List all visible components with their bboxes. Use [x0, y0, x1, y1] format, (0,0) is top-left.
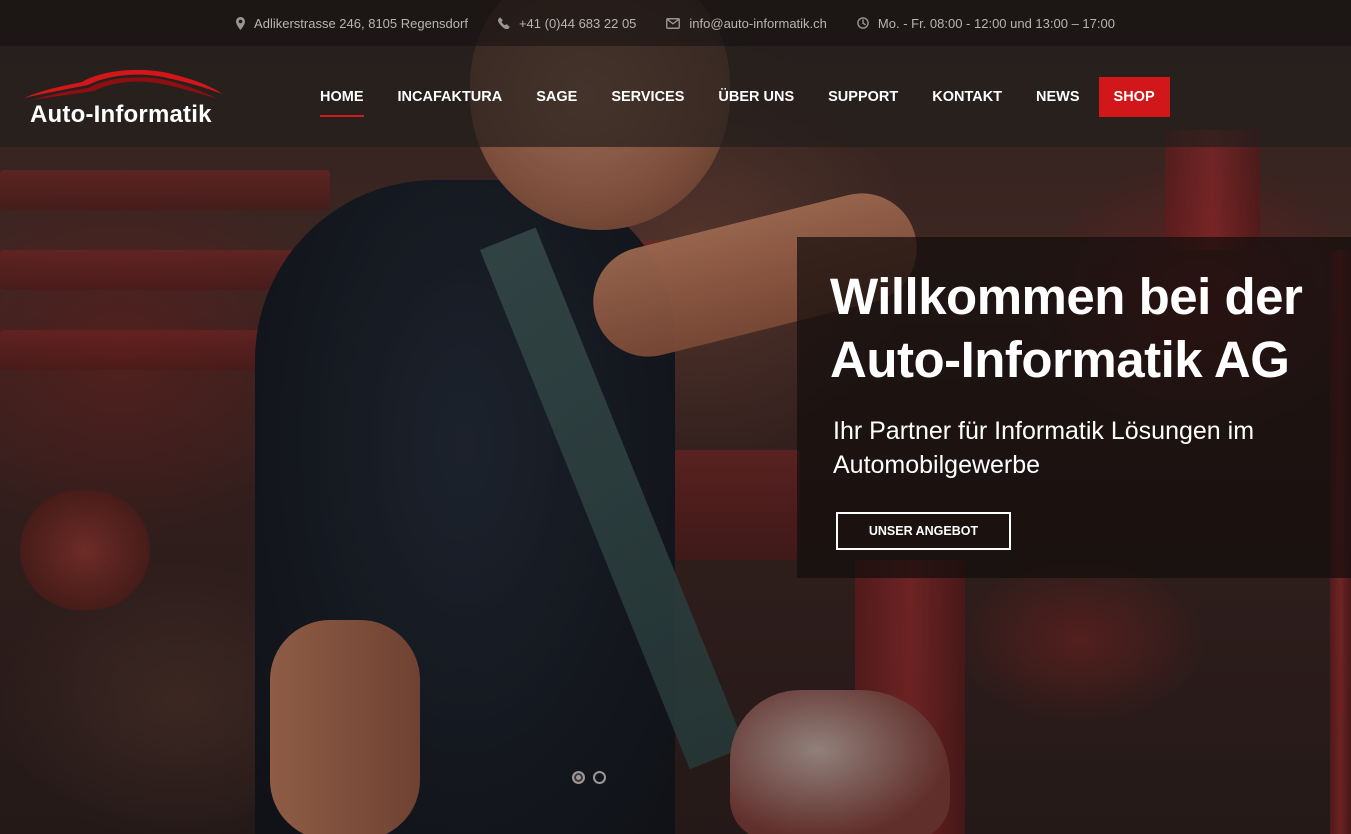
main-header: Auto-Informatik HOME INCAFAKTURA SAGE SE… — [0, 46, 1351, 147]
nav-item-kontakt[interactable]: KONTAKT — [915, 77, 1019, 117]
nav-item-news[interactable]: NEWS — [1019, 77, 1097, 117]
hero-subtitle: Ihr Partner für Informatik Lösungen im A… — [833, 417, 1255, 479]
phone-info[interactable]: +41 (0)44 683 22 05 — [497, 15, 637, 31]
nav-item-services[interactable]: SERVICES — [594, 77, 701, 117]
hero-title: Willkommen bei der Auto-Informatik AG — [830, 268, 1303, 388]
unser-angebot-button[interactable]: UNSER ANGEBOT — [836, 512, 1011, 550]
map-marker-icon — [236, 16, 246, 30]
slider-pagination — [572, 771, 606, 784]
slider-dot-1[interactable] — [572, 771, 585, 784]
clock-icon — [857, 17, 869, 29]
email-info[interactable]: info@auto-informatik.ch — [666, 16, 827, 31]
site-logo[interactable]: Auto-Informatik — [22, 64, 227, 134]
nav-item-ueber-uns[interactable]: ÜBER UNS — [701, 77, 811, 117]
phone-text: +41 (0)44 683 22 05 — [518, 15, 637, 31]
phone-icon — [497, 17, 510, 29]
email-link[interactable]: info@auto-informatik.ch — [689, 16, 826, 31]
main-navigation: HOME INCAFAKTURA SAGE SERVICES ÜBER UNS … — [303, 77, 1170, 117]
opening-hours-info: Mo. - Fr. 08:00 - 12:00 und 13:00 – 17:0… — [857, 16, 1115, 31]
nav-item-incafaktura[interactable]: INCAFAKTURA — [381, 77, 520, 117]
nav-item-support[interactable]: SUPPORT — [811, 77, 915, 117]
hero-caption-box: Willkommen bei der Auto-Informatik AG Ih… — [797, 237, 1351, 578]
envelope-icon — [666, 17, 681, 29]
top-info-bar: Adlikerstrasse 246, 8105 Regensdorf +41 … — [0, 0, 1351, 46]
address-info: Adlikerstrasse 246, 8105 Regensdorf — [236, 16, 468, 31]
address-text: Adlikerstrasse 246, 8105 Regensdorf — [254, 15, 468, 31]
slider-dot-2[interactable] — [593, 771, 606, 784]
nav-item-sage[interactable]: SAGE — [519, 77, 594, 117]
logo-text: Auto-Informatik — [30, 101, 212, 128]
nav-item-home[interactable]: HOME — [303, 77, 381, 117]
opening-hours-text: Mo. - Fr. 08:00 - 12:00 und 13:00 – 17:0… — [877, 15, 1115, 31]
page: Adlikerstrasse 246, 8105 Regensdorf +41 … — [0, 0, 1351, 834]
car-silhouette-icon — [24, 69, 222, 100]
nav-shop-button[interactable]: SHOP — [1098, 77, 1170, 117]
